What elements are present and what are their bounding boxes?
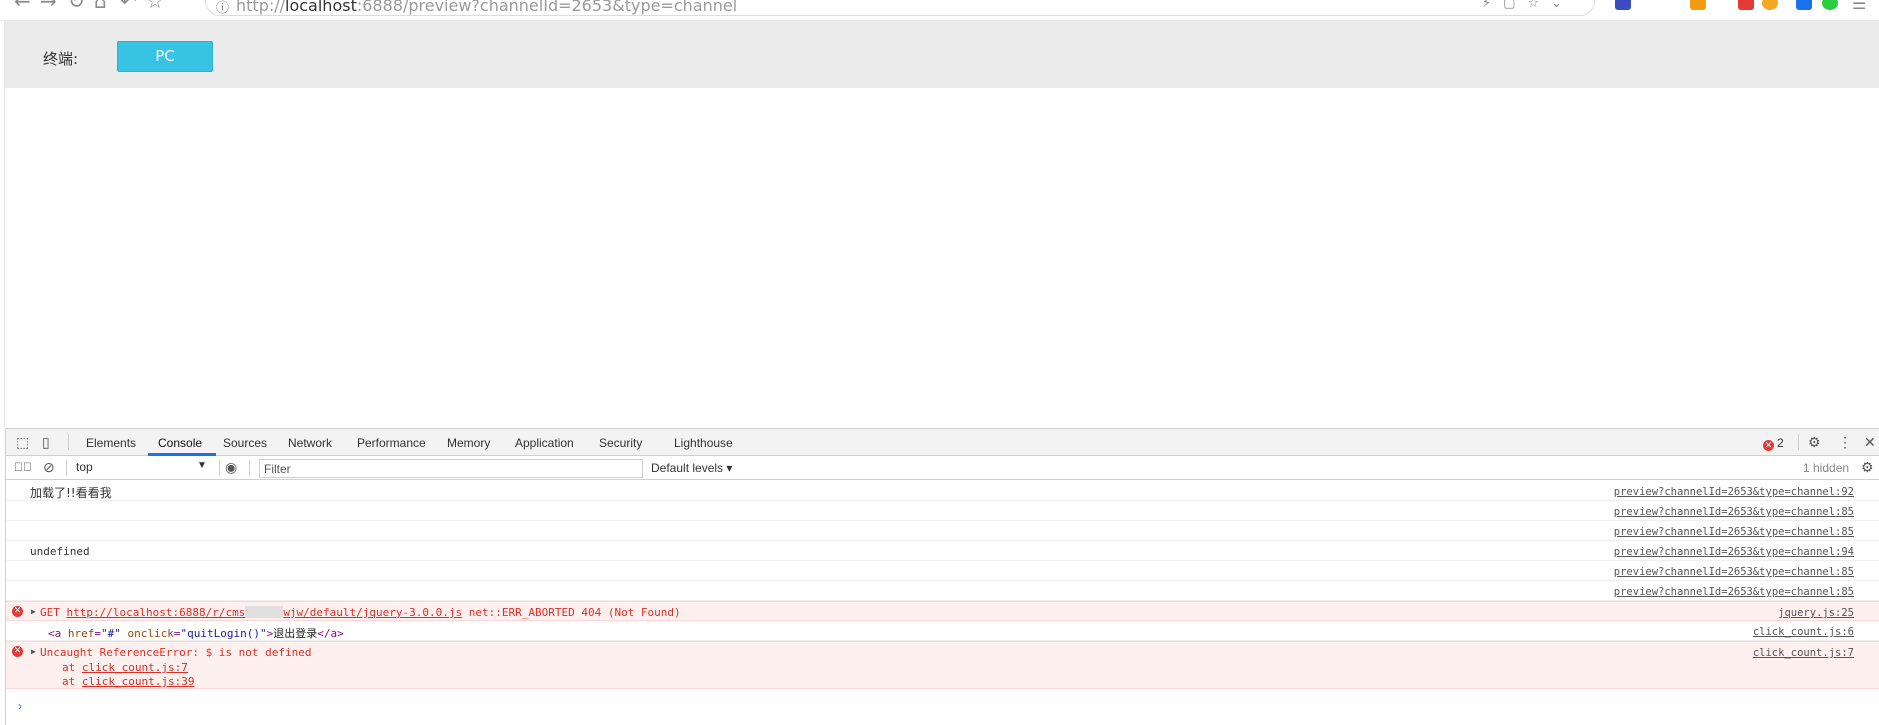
console-toolbar: ▶⃞ ⊘ top ▼ ◉ Default levels ▾ 1 hidden ⚙ — [6, 456, 1879, 480]
inspect-element-icon[interactable]: ⬚ — [16, 434, 29, 450]
error-text: Uncaught ReferenceError: $ is not define… — [40, 646, 312, 659]
source-link[interactable]: preview?channelId=2653&type=channel:85 — [1614, 506, 1854, 518]
tab-performance[interactable]: Performance — [357, 436, 426, 450]
console-message: preview?channelId=2653&type=channel:85 — [6, 561, 1879, 581]
console-message: undefined preview?channelId=2653&type=ch… — [6, 541, 1879, 561]
tab-lighthouse[interactable]: Lighthouse — [674, 436, 733, 450]
menu-icon[interactable]: ☰ — [1852, 0, 1866, 14]
clear-console-icon[interactable]: ⊘ — [43, 459, 55, 475]
divider — [1798, 434, 1799, 450]
console-settings-gear-icon[interactable]: ⚙ — [1861, 459, 1874, 475]
address-bar[interactable]: ⓘ http://localhost:6888/preview?channelI… — [205, 0, 1595, 16]
console-message: preview?channelId=2653&type=channel:85 — [6, 521, 1879, 541]
tab-memory[interactable]: Memory — [447, 436, 490, 450]
forward-icon[interactable]: → — [40, 0, 57, 11]
stack-link[interactable]: click_count.js:39 — [82, 675, 195, 688]
divider — [66, 460, 67, 476]
sidebar-toggle-icon[interactable]: ▶⃞ — [14, 459, 32, 475]
reload-icon[interactable]: ↻ — [68, 0, 85, 11]
prompt-chevron-icon: › — [18, 699, 22, 713]
tab-sources[interactable]: Sources — [223, 436, 267, 450]
stack-frame: at click_count.js:39 — [62, 675, 195, 688]
error-icon: ✕ — [12, 646, 23, 657]
extension-icon[interactable] — [1796, 0, 1812, 10]
error-url-link[interactable]: http://localhost:6888/r/cms wjw/default/j… — [67, 606, 462, 619]
console-message: preview?channelId=2653&type=channel:85 — [6, 501, 1879, 521]
error-icon: ✕ — [12, 606, 23, 617]
source-link[interactable]: click_count.js:6 — [1753, 626, 1854, 638]
element-snippet[interactable]: <a href="#" onclick="quitLogin()">退出登录</… — [48, 625, 344, 641]
console-message: preview?channelId=2653&type=channel:85 — [6, 581, 1879, 601]
console-prompt[interactable]: › — [6, 689, 1879, 719]
device-toolbar-icon[interactable]: ▯ — [42, 434, 50, 450]
source-link[interactable]: preview?channelId=2653&type=channel:85 — [1614, 566, 1854, 578]
error-icon: ✕ — [1763, 440, 1774, 451]
source-link[interactable]: preview?channelId=2653&type=channel:94 — [1614, 546, 1854, 558]
extension-icon[interactable] — [1738, 0, 1754, 10]
extension-icon[interactable] — [1690, 0, 1706, 10]
settings-gear-icon[interactable]: ⚙ — [1808, 434, 1821, 450]
message-text: undefined — [30, 545, 90, 558]
browser-toolbar: ← → ↻ ⌂ ↶ ☆ ⓘ http://localhost:6888/prev… — [0, 0, 1879, 21]
expand-triangle-icon[interactable]: ▶ — [31, 607, 36, 616]
terminal-label: 终端: — [43, 50, 79, 68]
tab-application[interactable]: Application — [515, 436, 574, 450]
tab-security[interactable]: Security — [599, 436, 642, 450]
hidden-count: 1 hidden — [1803, 461, 1850, 475]
live-expression-eye-icon[interactable]: ◉ — [225, 459, 237, 475]
error-count-badge[interactable]: ✕ 2 — [1763, 436, 1784, 451]
source-link[interactable]: jquery.js:25 — [1778, 607, 1854, 619]
divider — [68, 434, 69, 450]
redacted-block — [245, 606, 284, 618]
site-info-icon[interactable]: ⓘ — [216, 0, 229, 16]
stack-frame: at click_count.js:7 — [62, 661, 188, 674]
undo-icon[interactable]: ↶ — [120, 0, 137, 11]
more-options-icon[interactable]: ⋮ — [1838, 434, 1852, 450]
devtools-tabbar: ⬚ ▯ Elements Console Sources Network Per… — [6, 429, 1879, 456]
console-messages: 加载了!!看看我 preview?channelId=2653&type=cha… — [6, 481, 1879, 719]
page-header: 终端: PC — [5, 21, 1879, 88]
console-element-message: <a href="#" onclick="quitLogin()">退出登录</… — [6, 621, 1879, 641]
address-bar-actions-icon[interactable]: ⚡▢☆⌄ — [1482, 0, 1574, 11]
bookmark-star-icon[interactable]: ☆ — [146, 0, 164, 11]
message-text: 加载了!!看看我 — [30, 486, 112, 500]
error-text: GET http://localhost:6888/r/cms wjw/defau… — [40, 606, 681, 619]
divider — [249, 460, 250, 476]
devtools-panel: ⬚ ▯ Elements Console Sources Network Per… — [5, 428, 1879, 725]
source-link[interactable]: preview?channelId=2653&type=channel:85 — [1614, 526, 1854, 538]
url-text[interactable]: http://localhost:6888/preview?channelId=… — [236, 0, 737, 15]
close-icon[interactable]: ✕ — [1864, 434, 1876, 450]
source-link[interactable]: click_count.js:7 — [1753, 647, 1854, 659]
source-link[interactable]: preview?channelId=2653&type=channel:85 — [1614, 586, 1854, 598]
stack-link[interactable]: click_count.js:7 — [82, 661, 188, 674]
extension-icon[interactable] — [1615, 0, 1631, 10]
tab-elements[interactable]: Elements — [86, 436, 136, 450]
context-select[interactable]: top — [76, 460, 216, 474]
chevron-down-icon: ▼ — [197, 460, 207, 471]
filter-input[interactable] — [259, 459, 643, 478]
download-icon[interactable] — [1822, 0, 1838, 10]
expand-triangle-icon[interactable]: ▶ — [31, 647, 36, 656]
pc-button[interactable]: PC — [117, 41, 213, 72]
extension-icon[interactable] — [1762, 0, 1778, 10]
source-link[interactable]: preview?channelId=2653&type=channel:92 — [1614, 486, 1854, 498]
console-error-message: ✕ ▶ GET http://localhost:6888/r/cms wjw/d… — [6, 601, 1879, 621]
console-error-message: ✕ ▶ Uncaught ReferenceError: $ is not de… — [6, 641, 1879, 689]
back-icon[interactable]: ← — [14, 0, 31, 11]
home-icon[interactable]: ⌂ — [94, 0, 107, 11]
tab-console[interactable]: Console — [158, 436, 202, 450]
default-levels-dropdown[interactable]: Default levels ▾ — [651, 461, 732, 475]
tab-network[interactable]: Network — [288, 436, 332, 450]
divider — [219, 460, 220, 476]
console-message: 加载了!!看看我 preview?channelId=2653&type=cha… — [6, 481, 1879, 501]
